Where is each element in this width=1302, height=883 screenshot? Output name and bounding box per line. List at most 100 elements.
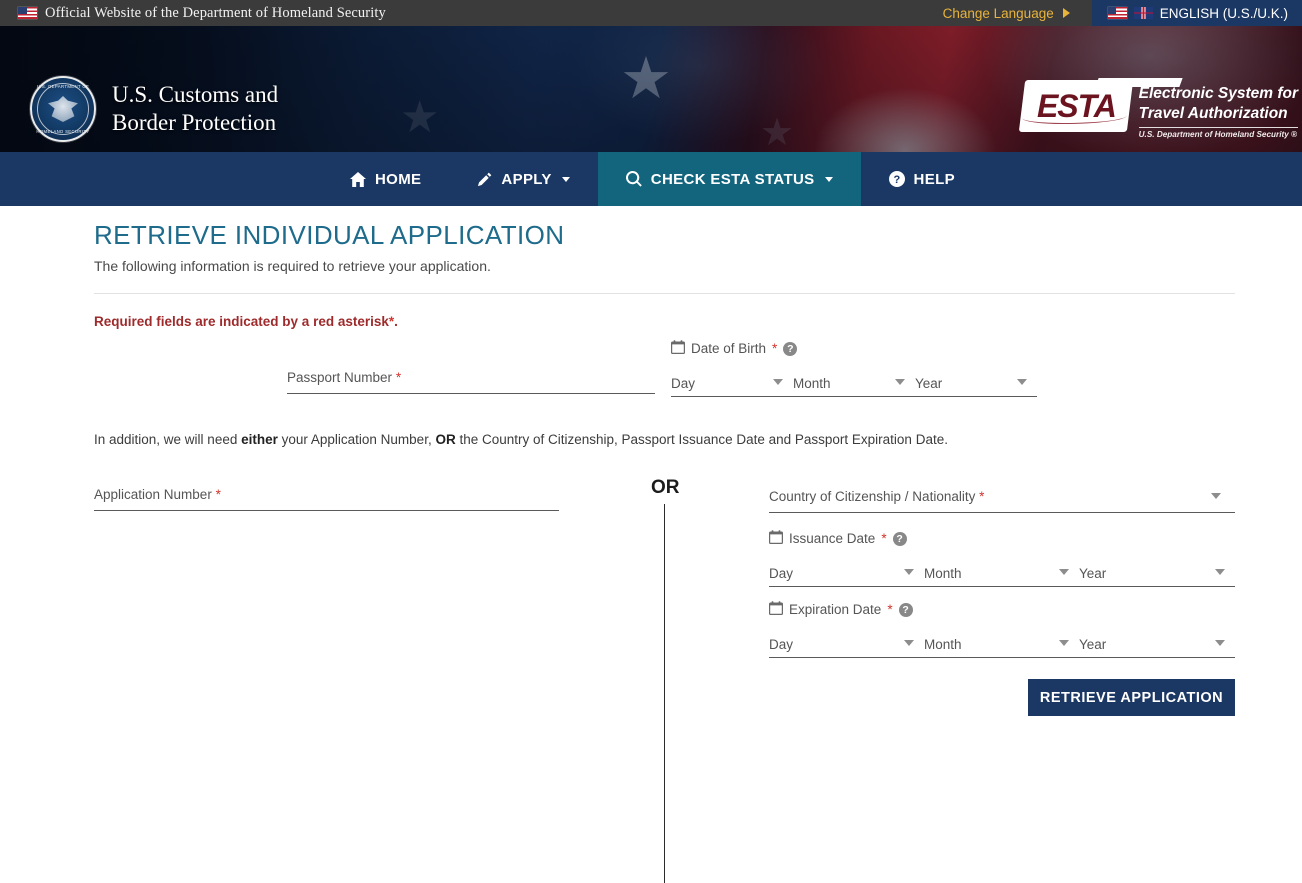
esta-tagline-line2: Travel Authorization bbox=[1138, 104, 1288, 122]
application-number-label: Application Number * bbox=[94, 487, 221, 502]
passport-number-input[interactable]: Passport Number * bbox=[287, 362, 655, 394]
main-navigation: HOME APPLY CHECK ESTA STATUS ? HELP bbox=[0, 152, 1302, 206]
expiration-year-select[interactable]: Year bbox=[1079, 631, 1235, 657]
date-of-birth-label: Date of Birth * ? bbox=[670, 340, 1037, 357]
change-language-button[interactable]: Change Language bbox=[943, 6, 1092, 21]
dob-year-select[interactable]: Year bbox=[915, 370, 1037, 396]
help-icon[interactable]: ? bbox=[783, 341, 798, 356]
country-of-citizenship-field-group: Country of Citizenship / Nationality * bbox=[769, 481, 1235, 513]
or-divider-line bbox=[664, 504, 665, 883]
retrieve-application-button[interactable]: RETRIEVE APPLICATION bbox=[1028, 679, 1235, 716]
us-flag-icon bbox=[18, 7, 37, 19]
chevron-down-icon bbox=[1059, 569, 1069, 575]
application-number-field-group: Application Number * bbox=[94, 479, 559, 511]
chevron-down-icon bbox=[1215, 569, 1225, 575]
issuance-day-select[interactable]: Day bbox=[769, 560, 924, 586]
chevron-down-icon bbox=[895, 379, 905, 385]
top-utility-bar: Official Website of the Department of Ho… bbox=[0, 0, 1302, 26]
addendum-post: the Country of Citizenship, Passport Iss… bbox=[455, 432, 948, 447]
help-icon[interactable]: ? bbox=[898, 602, 913, 617]
issuance-date-selects: Day Month Year bbox=[769, 557, 1235, 587]
required-asterisk: * bbox=[395, 370, 402, 385]
chevron-down-icon bbox=[1215, 640, 1225, 646]
agency-name-line2: Border Protection bbox=[112, 110, 277, 135]
issuance-date-field-group: Issuance Date * ? Day Month Year bbox=[768, 530, 1235, 587]
date-of-birth-selects: Day Month Year bbox=[671, 367, 1037, 397]
pencil-icon bbox=[477, 172, 492, 187]
svg-text:?: ? bbox=[893, 174, 900, 186]
nav-label-home: HOME bbox=[375, 170, 422, 188]
required-asterisk: * bbox=[979, 489, 985, 504]
country-of-citizenship-label: Country of Citizenship / Nationality * bbox=[769, 489, 985, 504]
us-flag-icon-selector bbox=[1107, 7, 1127, 19]
expiration-month-select[interactable]: Month bbox=[924, 631, 1079, 657]
agency-name-line1: U.S. Customs and bbox=[112, 81, 279, 107]
issuance-month-select[interactable]: Month bbox=[924, 560, 1079, 586]
nav-item-home[interactable]: HOME bbox=[322, 152, 449, 206]
chevron-down-icon bbox=[904, 640, 914, 646]
help-icon[interactable]: ? bbox=[892, 531, 907, 546]
dob-month-select[interactable]: Month bbox=[793, 370, 915, 396]
passport-number-label: Passport Number * bbox=[287, 370, 402, 385]
agency-name: U.S. Customs and Border Protection bbox=[112, 81, 278, 137]
required-asterisk: * bbox=[887, 602, 893, 617]
issuance-date-label: Issuance Date * ? bbox=[768, 530, 1235, 547]
dhs-seal-top-text: U.S. DEPARTMENT OF bbox=[36, 84, 90, 89]
nav-item-apply[interactable]: APPLY bbox=[449, 152, 597, 206]
required-note-text: Required fields are indicated by a red a… bbox=[94, 314, 389, 329]
page-subtitle: The following information is required to… bbox=[94, 258, 491, 274]
cbp-brand-lockup[interactable]: U.S. DEPARTMENT OF HOMELAND SECURITY U.S… bbox=[30, 76, 278, 142]
language-selector[interactable]: ENGLISH (U.S./U.K.) bbox=[1091, 0, 1302, 26]
or-divider-label: OR bbox=[651, 477, 680, 498]
nav-left-spacer bbox=[0, 152, 322, 206]
date-of-birth-label-text: Date of Birth bbox=[691, 341, 767, 356]
application-number-input[interactable]: Application Number * bbox=[94, 479, 559, 511]
chevron-down-icon bbox=[1059, 640, 1069, 646]
esta-logo: ESTA Electronic System for Travel Author… bbox=[1018, 80, 1298, 139]
official-site-label: Official Website of the Department of Ho… bbox=[45, 4, 386, 21]
uk-flag-icon bbox=[1133, 7, 1153, 19]
dhs-seal-bottom-text: HOMELAND SECURITY bbox=[36, 129, 90, 134]
expiration-date-field-group: Expiration Date * ? Day Month Year bbox=[768, 601, 1235, 658]
addendum-pre: In addition, we will need bbox=[94, 432, 242, 447]
nav-item-check-esta-status[interactable]: CHECK ESTA STATUS bbox=[597, 152, 861, 206]
change-language-label: Change Language bbox=[942, 5, 1054, 21]
expiration-day-select[interactable]: Day bbox=[769, 631, 924, 657]
esta-department-line: U.S. Department of Homeland Security ® bbox=[1138, 127, 1298, 139]
addendum-bold-either: either bbox=[241, 432, 278, 447]
nav-label-check-esta-status: CHECK ESTA STATUS bbox=[650, 170, 815, 188]
esta-tagline-line1: Electronic System for bbox=[1138, 85, 1298, 102]
esta-tagline: Electronic System for Travel Authorizati… bbox=[1138, 80, 1298, 139]
home-icon bbox=[350, 171, 366, 187]
nav-label-help: HELP bbox=[913, 170, 955, 188]
question-circle-icon: ? bbox=[888, 171, 905, 187]
country-of-citizenship-select[interactable]: Country of Citizenship / Nationality * bbox=[769, 481, 1235, 513]
expiration-date-label: Expiration Date * ? bbox=[768, 601, 1235, 618]
main-content: RETRIEVE INDIVIDUAL APPLICATION The foll… bbox=[0, 206, 1302, 883]
triangle-right-icon bbox=[1062, 8, 1070, 18]
chevron-down-icon bbox=[1017, 379, 1027, 385]
issuance-year-select[interactable]: Year bbox=[1079, 560, 1235, 586]
chevron-down-icon bbox=[904, 569, 914, 575]
site-header-banner: ★ ★ ★ U.S. DEPARTMENT OF HOMELAND SECURI… bbox=[0, 26, 1302, 152]
dob-day-select[interactable]: Day bbox=[671, 370, 793, 396]
search-icon bbox=[625, 171, 642, 187]
additional-info-text: In addition, we will need either your Ap… bbox=[94, 432, 948, 447]
required-asterisk: * bbox=[772, 341, 778, 356]
calendar-icon bbox=[768, 601, 784, 618]
issuance-date-label-text: Issuance Date bbox=[789, 531, 876, 546]
expiration-date-selects: Day Month Year bbox=[769, 628, 1235, 658]
date-of-birth-field-group: Date of Birth * ? Day Month Year bbox=[670, 340, 1037, 397]
chevron-down-icon bbox=[773, 379, 783, 385]
nav-item-help[interactable]: ? HELP bbox=[861, 152, 983, 206]
content-divider bbox=[94, 293, 1235, 294]
dhs-seal-icon: U.S. DEPARTMENT OF HOMELAND SECURITY bbox=[30, 76, 96, 142]
page-title: RETRIEVE INDIVIDUAL APPLICATION bbox=[94, 220, 565, 250]
required-fields-note: Required fields are indicated by a red a… bbox=[94, 314, 398, 329]
language-selected-label: ENGLISH (U.S./U.K.) bbox=[1159, 5, 1288, 21]
calendar-icon bbox=[768, 530, 784, 547]
required-note-period: . bbox=[394, 314, 398, 329]
addendum-mid: your Application Number, bbox=[277, 432, 436, 447]
chevron-down-icon bbox=[824, 176, 833, 182]
calendar-icon bbox=[670, 340, 686, 357]
